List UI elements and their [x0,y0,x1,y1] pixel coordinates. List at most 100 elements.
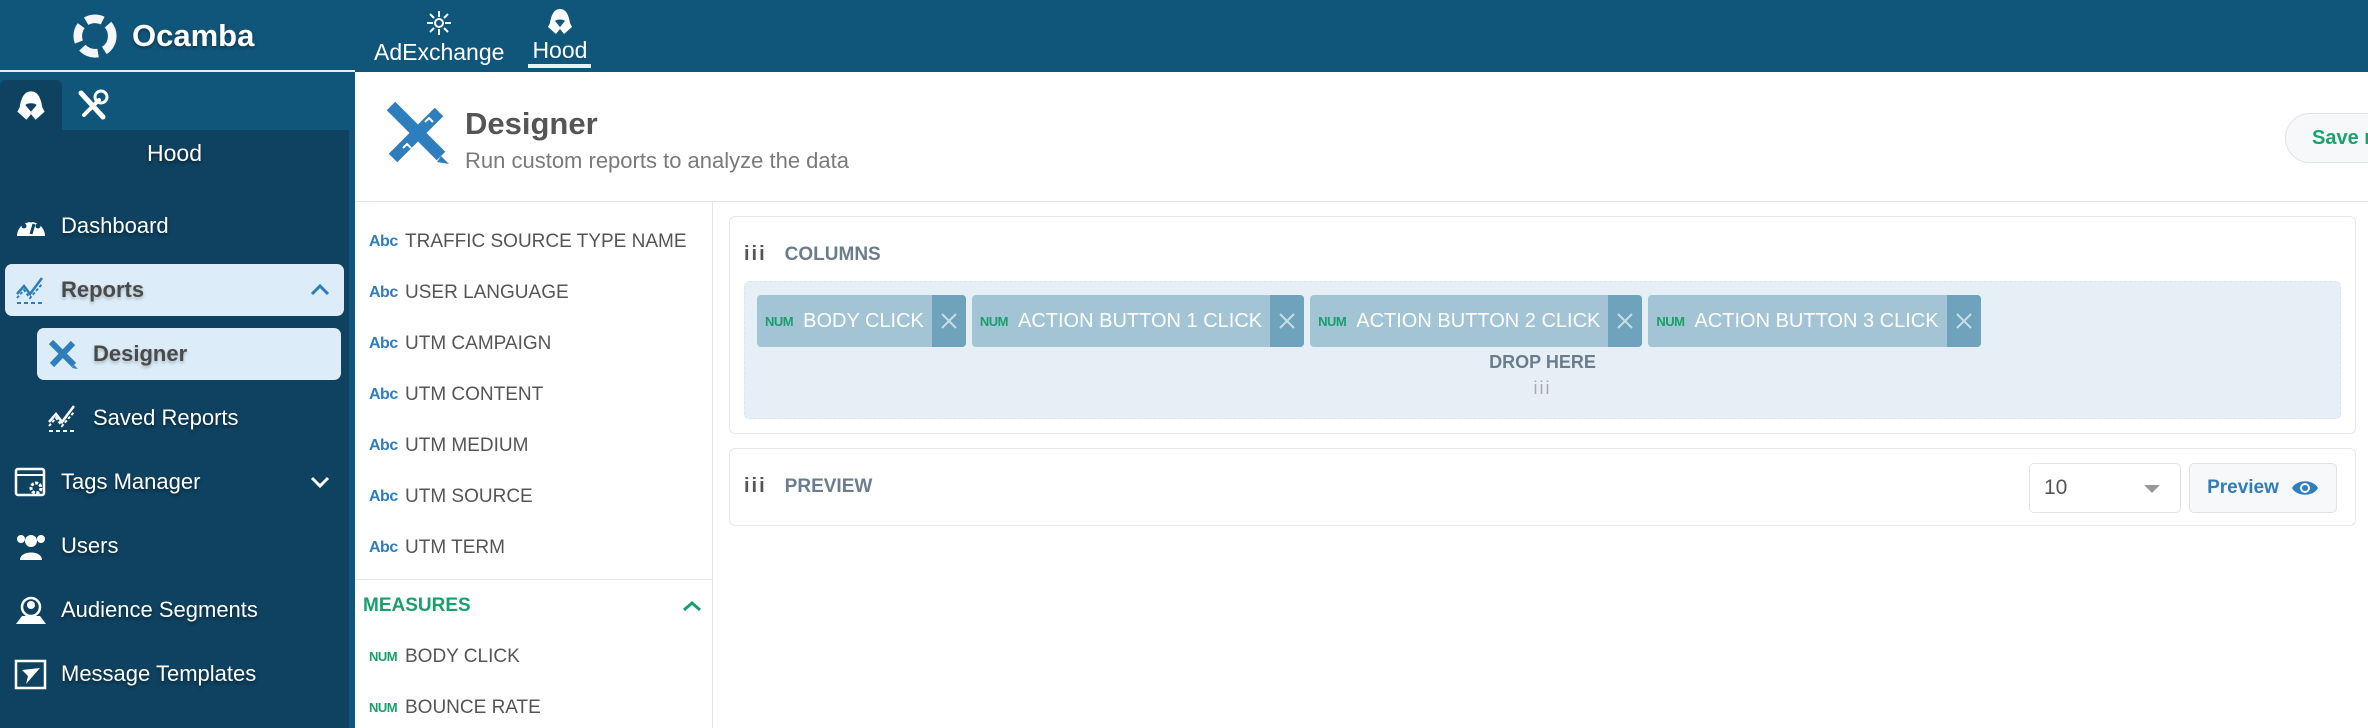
field-label: UTM CAMPAIGN [405,332,552,354]
chevron-down-icon[interactable] [308,470,332,494]
column-chip[interactable]: NUM ACTION BUTTON 1 CLICK [971,295,1305,347]
preview-title: PREVIEW [784,475,873,497]
field-label: UTM TERM [405,536,505,558]
number-type-icon: NUM [1318,313,1347,329]
preview-button[interactable]: Preview [2189,463,2337,513]
caret-down-icon [2144,485,2160,493]
text-type-icon: Abc [369,385,398,403]
field-item[interactable]: Abc UTM SOURCE [355,471,712,522]
text-type-icon: Abc [369,232,398,250]
text-type-icon: Abc [369,436,398,454]
columns-header[interactable]: iii COLUMNS [744,243,881,266]
sidebar-item-label: Designer [93,341,188,366]
sidebar-item-label: Saved Reports [93,405,239,430]
adexchange-icon [427,11,452,35]
reports-chart-icon [13,273,49,307]
columns-title: COLUMNS [784,243,881,265]
topnav-adexchange[interactable]: AdExchange [370,0,508,66]
remove-chip-button[interactable] [1608,295,1643,347]
field-item[interactable]: Abc UTM TERM [355,522,712,573]
drag-handle-icon[interactable]: iii [744,243,767,266]
field-item[interactable]: Abc UTM CONTENT [355,369,712,420]
sidebar-tabs [0,80,124,130]
close-icon [941,313,957,329]
sidebar-title: Hood [147,140,202,166]
users-icon [13,529,49,563]
columns-dropzone[interactable]: NUM BODY CLICK NUM ACTION BUTTON 1 CLICK [744,281,2341,419]
chip-label: ACTION BUTTON 3 CLICK [1694,309,1939,332]
sidebar-item-reports[interactable]: Reports [5,264,344,316]
text-type-icon: Abc [369,283,398,301]
ocamba-logo-icon [73,14,117,58]
hood-icon [17,91,45,120]
number-type-icon: NUM [765,313,794,329]
preview-card: iii PREVIEW 10 Preview [729,448,2356,526]
field-label: UTM MEDIUM [405,434,529,456]
sidebar-item-designer[interactable]: Designer [37,328,341,380]
sidebar-item-label: Users [61,533,119,558]
sidebar-item-label: Reports [61,277,145,302]
chip-content: NUM ACTION BUTTON 1 CLICK [972,295,1270,347]
drag-handle-icon: iii [1533,378,1552,398]
sidebar-item-message-templates[interactable]: Message Templates [5,648,344,700]
sidebar-item-tags-manager[interactable]: Tags Manager [5,456,344,508]
top-bar: Ocamba AdExchange Hood [0,0,2368,72]
sidebar-tab-tools[interactable] [62,80,124,130]
column-chip[interactable]: NUM BODY CLICK [757,295,966,347]
field-label: UTM SOURCE [405,485,533,507]
sidebar-item-audience-segments[interactable]: Audience Segments [5,584,344,636]
page-header: Designer Run custom reports to analyze t… [355,72,2368,202]
rows-count-select[interactable]: 10 [2029,463,2181,513]
measures-section-header[interactable]: MEASURES [355,579,712,631]
column-chip[interactable]: NUM ACTION BUTTON 2 CLICK [1310,295,1643,347]
field-item[interactable]: NUM BOUNCE RATE [355,682,712,728]
field-item[interactable]: Abc TRAFFIC SOURCE TYPE NAME [355,216,712,267]
sidebar-item-users[interactable]: Users [5,520,344,572]
field-item[interactable]: Abc UTM MEDIUM [355,420,712,471]
text-type-icon: Abc [369,334,398,352]
topnav-hood[interactable]: Hood [528,0,592,68]
save-report-button[interactable]: Save re [2285,113,2368,163]
page-subtitle: Run custom reports to analyze the data [465,148,849,173]
field-item[interactable]: Abc UTM CAMPAIGN [355,318,712,369]
page-title: Designer [465,106,598,141]
number-type-icon: NUM [369,700,398,715]
dashboard-icon [13,209,49,243]
sidebar-item-dashboard[interactable]: Dashboard [5,200,344,252]
sidebar-tab-hood[interactable] [0,80,62,130]
preview-header[interactable]: iii PREVIEW [744,475,872,498]
preview-button-label: Preview [2207,477,2279,498]
number-type-icon: NUM [979,313,1009,329]
chip-content: NUM ACTION BUTTON 3 CLICK [1648,295,1946,347]
field-label: TRAFFIC SOURCE TYPE NAME [405,230,687,252]
reports-chart-icon [45,401,81,435]
rows-count-value: 10 [2044,476,2068,499]
column-chip[interactable]: NUM ACTION BUTTON 3 CLICK [1648,295,1981,347]
chip-label: ACTION BUTTON 1 CLICK [1018,309,1263,332]
topnav-hood-label: Hood [532,37,588,63]
field-item[interactable]: NUM BODY CLICK [355,631,712,682]
drag-handle-icon[interactable]: iii [744,475,767,498]
remove-chip-button[interactable] [1270,295,1305,347]
field-list[interactable]: Abc TRAFFIC SOURCE TYPE NAME Abc USER LA… [355,202,713,728]
hood-icon [547,9,572,34]
designer-icon [45,337,81,371]
drop-here-label: DROP HERE [1489,352,1596,372]
tags-manager-icon [13,465,49,499]
close-icon [1955,313,1972,329]
designer-icon [386,101,449,164]
text-type-icon: Abc [369,538,398,556]
remove-chip-button[interactable] [931,295,966,347]
close-icon [1617,313,1634,329]
brand-name: Ocamba [132,18,255,53]
brand[interactable]: Ocamba [72,10,254,62]
text-type-icon: Abc [369,487,398,505]
field-item[interactable]: Abc USER LANGUAGE [355,267,712,318]
sidebar-item-label: Dashboard [61,213,169,238]
field-label: USER LANGUAGE [405,281,569,303]
sidebar-item-saved-reports[interactable]: Saved Reports [37,392,341,444]
chevron-up-icon[interactable] [680,594,704,618]
chevron-up-icon[interactable] [308,278,332,302]
remove-chip-button[interactable] [1946,295,1981,347]
sidebar-item-label: Message Templates [61,661,257,686]
